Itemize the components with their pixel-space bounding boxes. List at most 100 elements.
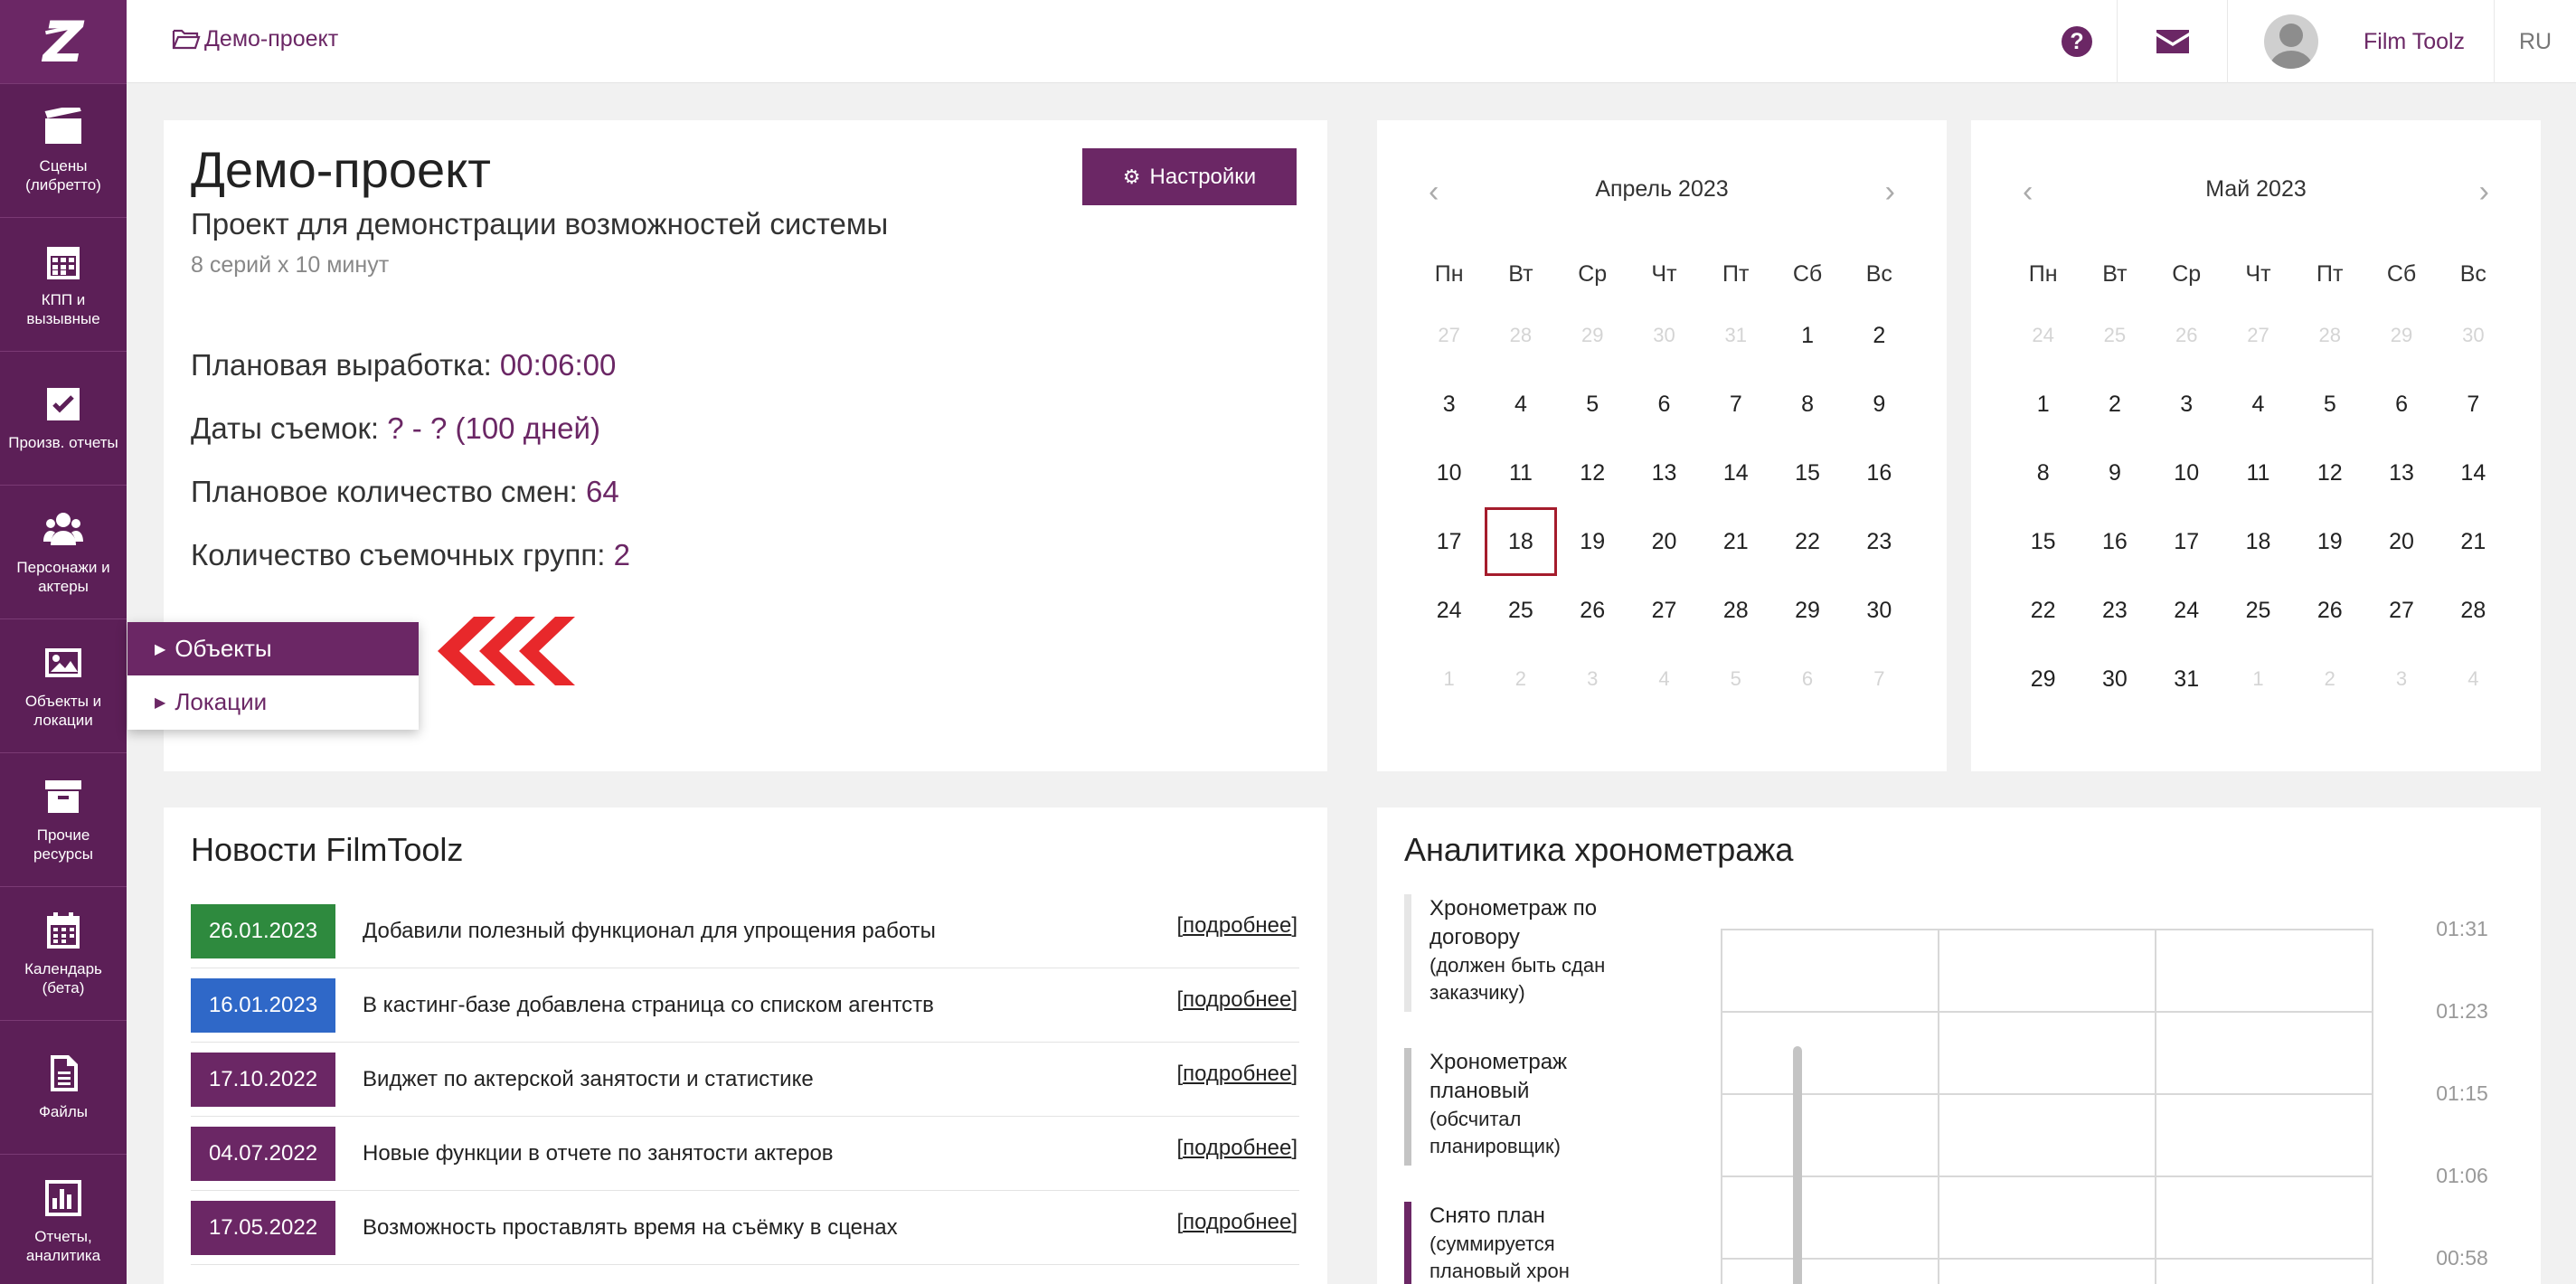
calendar-day[interactable]: 15 xyxy=(1771,439,1843,507)
menu-item-0[interactable]: ▶ Объекты xyxy=(127,622,419,675)
calendar-day-outside[interactable]: 25 xyxy=(2079,301,2150,370)
calendar-day[interactable]: 21 xyxy=(2438,507,2509,576)
calendar-day[interactable]: 4 xyxy=(2222,370,2294,439)
calendar-day[interactable]: 17 xyxy=(2151,507,2222,576)
calendar-day-outside[interactable]: 3 xyxy=(2365,645,2437,713)
calendar-day[interactable]: 19 xyxy=(1557,507,1628,576)
app-logo[interactable]: Z xyxy=(0,0,127,83)
breadcrumb[interactable]: Демо-проект xyxy=(172,0,338,78)
calendar-day[interactable]: 18 xyxy=(2222,507,2294,576)
calendar-day-outside[interactable]: 5 xyxy=(1700,645,1771,713)
sidebar-item-0[interactable]: Сцены (либретто) xyxy=(0,83,127,217)
calendar-day[interactable]: 27 xyxy=(1628,576,1700,645)
calendar-day[interactable]: 16 xyxy=(1844,439,1915,507)
calendar-day[interactable]: 9 xyxy=(1844,370,1915,439)
sidebar-item-5[interactable]: Прочие ресурсы xyxy=(0,752,127,886)
news-more-link[interactable]: [подробнее] xyxy=(1176,1062,1297,1087)
calendar-day-outside[interactable]: 31 xyxy=(1700,301,1771,370)
calendar-day-outside[interactable]: 2 xyxy=(2294,645,2365,713)
calendar-day-outside[interactable]: 27 xyxy=(1413,301,1485,370)
calendar-day[interactable]: 30 xyxy=(1844,576,1915,645)
calendar-day[interactable]: 30 xyxy=(2079,645,2150,713)
calendar-day-outside[interactable]: 7 xyxy=(1844,645,1915,713)
calendar-day[interactable]: 26 xyxy=(2294,576,2365,645)
calendar-day[interactable]: 22 xyxy=(1771,507,1843,576)
calendar-day-outside[interactable]: 29 xyxy=(1557,301,1628,370)
calendar-day-outside[interactable]: 3 xyxy=(1557,645,1628,713)
calendar-day[interactable]: 29 xyxy=(2007,645,2079,713)
calendar-day[interactable]: 31 xyxy=(2151,645,2222,713)
calendar-day[interactable]: 8 xyxy=(1771,370,1843,439)
calendar-day[interactable]: 1 xyxy=(2007,370,2079,439)
calendar-day-outside[interactable]: 26 xyxy=(2151,301,2222,370)
sidebar-item-1[interactable]: КПП и вызывные xyxy=(0,217,127,351)
calendar-day[interactable]: 1 xyxy=(1771,301,1843,370)
breadcrumb-project[interactable]: Демо-проект xyxy=(204,26,338,52)
calendar-day[interactable]: 11 xyxy=(2222,439,2294,507)
calendar-day-outside[interactable]: 30 xyxy=(2438,301,2509,370)
sidebar-item-3[interactable]: Персонажи и актеры xyxy=(0,485,127,618)
help-button[interactable]: ? xyxy=(2037,0,2117,83)
calendar-day[interactable]: 8 xyxy=(2007,439,2079,507)
sidebar-item-7[interactable]: Файлы xyxy=(0,1020,127,1154)
language-switch[interactable]: RU xyxy=(2494,0,2576,83)
settings-button[interactable]: ⚙ Настройки xyxy=(1082,148,1297,205)
calendar-day-outside[interactable]: 1 xyxy=(2222,645,2294,713)
news-more-link[interactable]: [подробнее] xyxy=(1176,913,1297,939)
calendar-day[interactable]: 2 xyxy=(2079,370,2150,439)
calendar-day[interactable]: 23 xyxy=(1844,507,1915,576)
calendar-day[interactable]: 2 xyxy=(1844,301,1915,370)
calendar-day-outside[interactable]: 2 xyxy=(1485,645,1556,713)
calendar-day[interactable]: 27 xyxy=(2365,576,2437,645)
calendar-day-outside[interactable]: 27 xyxy=(2222,301,2294,370)
calendar-day-outside[interactable]: 28 xyxy=(2294,301,2365,370)
news-more-link[interactable]: [подробнее] xyxy=(1176,1136,1297,1161)
calendar-day[interactable]: 24 xyxy=(2151,576,2222,645)
calendar-day-outside[interactable]: 4 xyxy=(2438,645,2509,713)
calendar-day[interactable]: 6 xyxy=(2365,370,2437,439)
news-more-link[interactable]: [подробнее] xyxy=(1176,1210,1297,1235)
calendar-day[interactable]: 25 xyxy=(2222,576,2294,645)
calendar-day[interactable]: 16 xyxy=(2079,507,2150,576)
calendar-day[interactable]: 7 xyxy=(2438,370,2509,439)
calendar-day[interactable]: 24 xyxy=(1413,576,1485,645)
calendar-day[interactable]: 19 xyxy=(2294,507,2365,576)
calendar-day[interactable]: 23 xyxy=(2079,576,2150,645)
sidebar-item-6[interactable]: Календарь (бета) xyxy=(0,886,127,1020)
user-menu[interactable]: Film Toolz xyxy=(2227,0,2494,83)
calendar-day[interactable]: 25 xyxy=(1485,576,1556,645)
calendar-day[interactable]: 3 xyxy=(1413,370,1485,439)
calendar-day[interactable]: 29 xyxy=(1771,576,1843,645)
calendar-day[interactable]: 7 xyxy=(1700,370,1771,439)
calendar-day[interactable]: 28 xyxy=(1700,576,1771,645)
calendar-day-outside[interactable]: 6 xyxy=(1771,645,1843,713)
sidebar-item-2[interactable]: Произв. отчеты xyxy=(0,351,127,485)
calendar-day-outside[interactable]: 29 xyxy=(2365,301,2437,370)
calendar-day[interactable]: 15 xyxy=(2007,507,2079,576)
calendar-day-outside[interactable]: 4 xyxy=(1628,645,1700,713)
calendar-day[interactable]: 22 xyxy=(2007,576,2079,645)
calendar-day[interactable]: 3 xyxy=(2151,370,2222,439)
calendar-day[interactable]: 17 xyxy=(1413,507,1485,576)
calendar-day-outside[interactable]: 1 xyxy=(1413,645,1485,713)
calendar-day[interactable]: 6 xyxy=(1628,370,1700,439)
calendar-day[interactable]: 13 xyxy=(2365,439,2437,507)
calendar-day[interactable]: 20 xyxy=(1628,507,1700,576)
calendar-day[interactable]: 10 xyxy=(2151,439,2222,507)
calendar-day[interactable]: 12 xyxy=(2294,439,2365,507)
calendar-day[interactable]: 10 xyxy=(1413,439,1485,507)
messages-button[interactable] xyxy=(2117,0,2227,83)
calendar-day[interactable]: 4 xyxy=(1485,370,1556,439)
calendar-day[interactable]: 20 xyxy=(2365,507,2437,576)
calendar-day-outside[interactable]: 24 xyxy=(2007,301,2079,370)
calendar-day[interactable]: 21 xyxy=(1700,507,1771,576)
menu-item-1[interactable]: ▶ Локации xyxy=(127,675,419,729)
sidebar-item-4[interactable]: Объекты и локации xyxy=(0,618,127,752)
calendar-day[interactable]: 5 xyxy=(1557,370,1628,439)
calendar-day[interactable]: 12 xyxy=(1557,439,1628,507)
sidebar-item-8[interactable]: Отчеты, аналитика xyxy=(0,1154,127,1284)
calendar-day[interactable]: 14 xyxy=(2438,439,2509,507)
calendar-day[interactable]: 5 xyxy=(2294,370,2365,439)
calendar-day[interactable]: 13 xyxy=(1628,439,1700,507)
calendar-day[interactable]: 26 xyxy=(1557,576,1628,645)
